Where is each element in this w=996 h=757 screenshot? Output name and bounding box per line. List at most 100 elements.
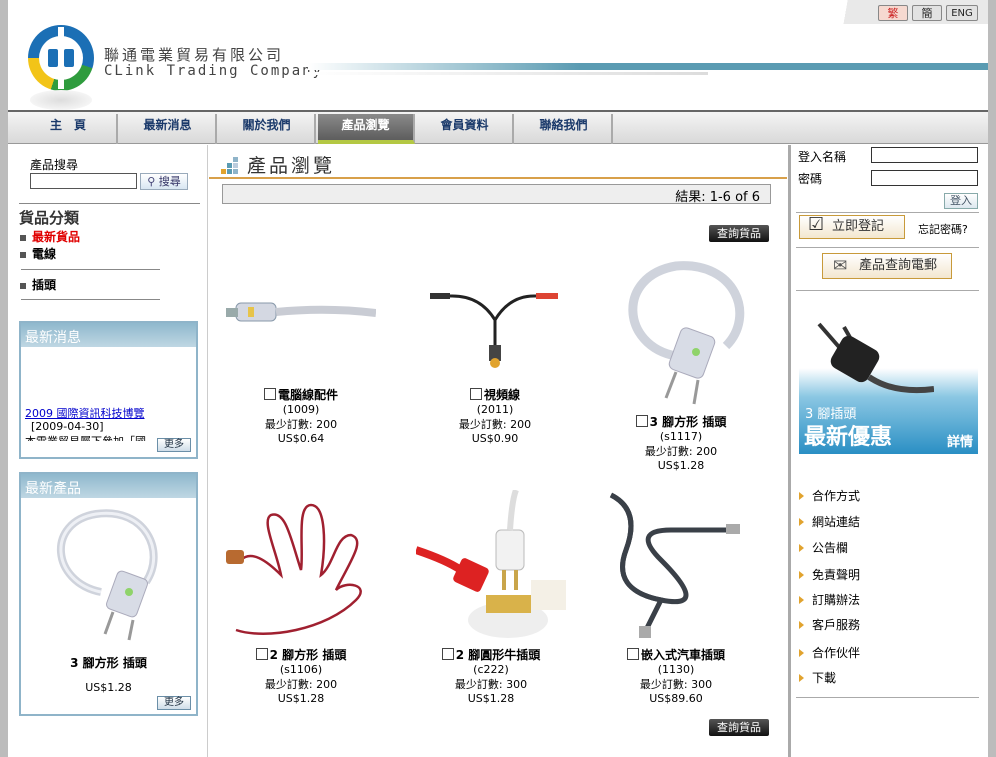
link-bulletin[interactable]: 公告欄	[799, 539, 848, 556]
product-price: US$0.64	[277, 432, 325, 445]
link-ordering[interactable]: 訂購辦法	[799, 591, 860, 608]
password-input[interactable]	[871, 170, 978, 186]
link-customer-service[interactable]: 客戶服務	[799, 616, 860, 633]
lang-english-button[interactable]: ENG	[946, 5, 978, 21]
envelope-icon: ✉	[833, 256, 848, 276]
product-price: US$0.90	[471, 432, 519, 445]
promo-banner[interactable]: 3 腳插頭 最新優惠 詳情	[799, 311, 978, 454]
compare-checkbox[interactable]	[626, 648, 639, 660]
link-partners[interactable]: 合作伙伴	[799, 644, 860, 661]
product-name[interactable]: 視頻線	[410, 386, 580, 403]
link-label: 網站連結	[812, 515, 861, 529]
arrow-icon	[799, 596, 804, 604]
product-inquiry-email-button[interactable]: ✉ 產品查詢電郵	[822, 253, 952, 279]
product-code: (2011)	[476, 403, 514, 416]
product-image[interactable]	[226, 490, 376, 640]
arrow-icon	[799, 621, 804, 629]
new-products-box-title: 最新產品	[21, 474, 196, 498]
compare-checkbox[interactable]	[255, 648, 268, 660]
link-label: 合作方式	[812, 489, 861, 503]
product-min-order: 最少訂數: 200	[264, 418, 338, 431]
product-name-label: 2 腳圓形牛插頭	[455, 648, 541, 662]
forgot-password-link[interactable]: 忘記密碼?	[918, 221, 968, 237]
product-image[interactable]	[226, 255, 377, 380]
promo-line-2: 最新優惠	[804, 425, 893, 450]
category-item-cables[interactable]: 電線	[20, 245, 56, 262]
promo-detail-link[interactable]: 詳情	[947, 431, 973, 450]
product-image[interactable]	[601, 490, 751, 640]
category-item-new[interactable]: 最新貨品	[20, 228, 80, 245]
category-label: 電線	[32, 247, 57, 261]
nav-home[interactable]: 主 頁	[20, 114, 118, 144]
link-cooperation[interactable]: 合作方式	[799, 487, 860, 504]
product-search-input[interactable]	[30, 173, 137, 189]
category-label: 最新貨品	[32, 230, 81, 244]
product-min-order: 最少訂數: 200	[644, 445, 718, 458]
main-nav: 主 頁 最新消息 關於我們 產品瀏覽 會員資料 聯絡我們	[8, 110, 988, 144]
compare-checkbox[interactable]	[469, 388, 482, 400]
nav-news[interactable]: 最新消息	[120, 114, 217, 144]
arrow-icon	[799, 571, 804, 579]
compare-checkbox[interactable]	[263, 388, 276, 400]
news-item-date: [2009-04-30]	[31, 420, 104, 433]
register-button[interactable]: ☑ 立即登記	[799, 214, 905, 239]
product-name[interactable]: 3 腳方形 插頭	[596, 413, 766, 430]
lang-simplified-button[interactable]: 簡	[912, 5, 942, 21]
product-name[interactable]: 2 腳圓形牛插頭	[406, 646, 576, 663]
search-button[interactable]: ⚲ 搜尋	[140, 173, 188, 190]
product-price: US$89.60	[649, 692, 703, 705]
product-name-label: 視頻線	[483, 388, 520, 402]
product-code: (1130)	[657, 663, 695, 676]
password-label: 密碼	[798, 172, 823, 186]
product-card: 2 腳圓形牛插頭 (c222) 最少訂數: 300 US$1.28	[406, 488, 576, 705]
product-code: (s1117)	[659, 430, 703, 443]
product-name[interactable]: 電腦線配件	[216, 386, 386, 403]
news-more-button[interactable]: 更多	[157, 438, 191, 452]
company-logo[interactable]	[28, 25, 94, 91]
search-icon: ⚲	[147, 175, 156, 188]
bullet-icon	[20, 234, 26, 241]
link-label: 免責聲明	[812, 568, 861, 582]
link-disclaimer[interactable]: 免責聲明	[799, 566, 860, 583]
login-name-input[interactable]	[871, 147, 978, 163]
link-download[interactable]: 下載	[799, 669, 836, 686]
arrow-icon	[799, 492, 804, 500]
nav-products[interactable]: 產品瀏覽	[318, 114, 415, 144]
new-products-more-button[interactable]: 更多	[157, 696, 191, 710]
query-products-button-top[interactable]: 查詢貨品	[709, 225, 769, 242]
product-image[interactable]	[606, 255, 756, 407]
result-count-bar: 結果: 1-6 of 6	[222, 184, 771, 205]
new-product-name[interactable]: 3 腳方形 插頭	[21, 654, 196, 671]
query-products-button-bottom[interactable]: 查詢貨品	[709, 719, 769, 736]
nav-about[interactable]: 關於我們	[219, 114, 316, 144]
compare-checkbox[interactable]	[635, 415, 648, 427]
link-site-links[interactable]: 網站連結	[799, 513, 860, 530]
link-label: 客戶服務	[812, 618, 861, 632]
email-button-label: 產品查詢電郵	[859, 258, 938, 273]
company-name-english: CLink Trading Company	[104, 63, 324, 79]
product-image[interactable]	[420, 255, 570, 380]
new-product-price: US$1.28	[85, 681, 132, 694]
product-name-label: 電腦線配件	[277, 388, 338, 402]
product-name[interactable]: 2 腳方形 插頭	[216, 646, 386, 663]
product-min-order: 最少訂數: 300	[639, 678, 713, 691]
lang-traditional-button[interactable]: 繁	[878, 5, 908, 21]
header: 繁 簡 ENG 聯通電業貿易有限公司 CLink Trading Company	[8, 0, 988, 110]
new-product-image[interactable]	[41, 502, 171, 647]
product-image[interactable]	[414, 488, 566, 640]
company-name-chinese: 聯通電業貿易有限公司	[104, 46, 285, 64]
category-title: 貨品分類	[19, 209, 80, 227]
nav-contact[interactable]: 聯絡我們	[516, 114, 613, 144]
login-button[interactable]: 登入	[944, 193, 978, 209]
divider	[19, 203, 200, 204]
news-item-title[interactable]: 2009 國際資訊科技博覽	[25, 405, 145, 421]
product-name-label: 3 腳方形 插頭	[649, 415, 727, 429]
divider	[796, 697, 979, 698]
category-item-plugs[interactable]: 插頭	[20, 276, 56, 293]
product-name[interactable]: 嵌入式汽車插頭	[591, 646, 761, 663]
divider	[21, 299, 160, 300]
page-title-bar: 產品瀏覽	[209, 145, 787, 179]
nav-member[interactable]: 會員資料	[417, 114, 514, 144]
compare-checkbox[interactable]	[441, 648, 454, 660]
new-products-box: 最新產品 3 腳方形 插頭 US$1.28 更多	[19, 472, 198, 716]
